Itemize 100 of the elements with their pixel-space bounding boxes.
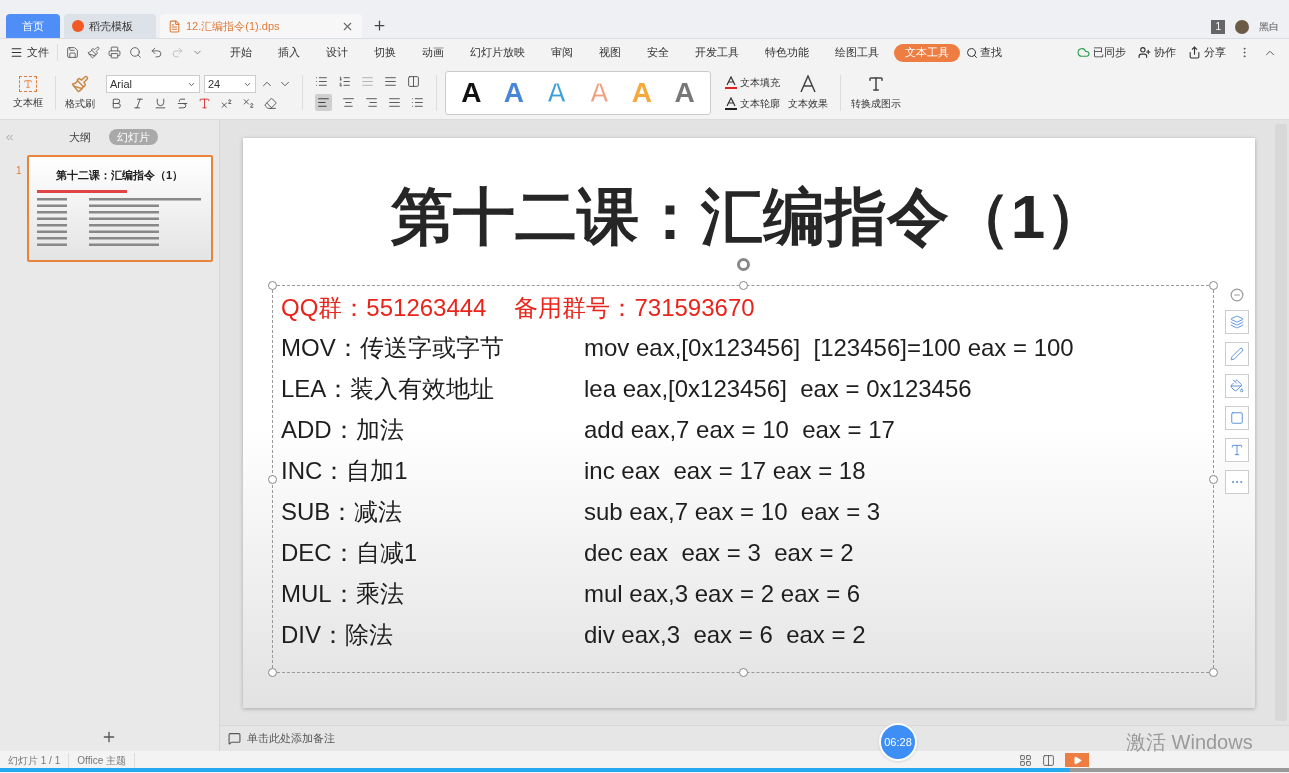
ribbon-tab[interactable]: 开发工具 [684, 43, 750, 62]
search-button[interactable]: 查找 [966, 44, 1002, 61]
ribbon-tab[interactable]: 绘图工具 [824, 43, 890, 62]
video-progress-track[interactable] [0, 768, 1289, 772]
instruction-example: lea eax,[0x123456] eax = 0x123456 [584, 373, 972, 404]
eraser-icon[interactable] [264, 97, 277, 110]
instruction-example: dec eax eax = 3 eax = 2 [584, 537, 854, 568]
outdent-icon[interactable] [384, 74, 397, 88]
slide-thumbnail[interactable]: 第十二课：汇编指令（1） [26, 155, 213, 262]
line-spacing-icon[interactable] [411, 95, 424, 109]
text-icon [867, 74, 885, 93]
convert-text-icon [1230, 443, 1244, 457]
text-style-swatch[interactable]: A [503, 78, 525, 107]
ribbon-tab[interactable]: 开始 [219, 43, 263, 62]
add-user-icon [1138, 46, 1151, 59]
cloud-icon [1077, 46, 1090, 59]
instruction-example: inc eax eax = 17 eax = 18 [584, 455, 866, 486]
fill-bucket-button[interactable] [1225, 374, 1249, 398]
flame-icon [72, 20, 84, 32]
ribbon-tab[interactable]: 安全 [636, 43, 680, 62]
underline-icon[interactable] [154, 97, 167, 110]
resize-handle[interactable] [739, 668, 748, 677]
resize-handle[interactable] [1209, 281, 1218, 290]
search-icon [966, 46, 978, 59]
textbox-button[interactable]: 文本框 [0, 75, 56, 110]
status-text: 幻灯片 1 / 1 [0, 752, 70, 768]
justify-icon[interactable] [388, 95, 401, 109]
menu-icon [10, 46, 23, 59]
font-size-field[interactable]: 24 [204, 75, 256, 93]
slide-number: 1 [16, 164, 22, 178]
text-style-swatch[interactable]: A [461, 78, 482, 107]
resize-handle[interactable] [268, 668, 277, 677]
columns-icon[interactable] [407, 74, 420, 88]
play-button[interactable] [1065, 753, 1089, 767]
view-tab[interactable]: 大纲 [61, 129, 99, 145]
ribbon-tab[interactable]: 视图 [588, 43, 632, 62]
contact-text: 备用群号：731593670 [514, 293, 755, 323]
resize-handle[interactable] [268, 475, 277, 484]
strikethrough-icon[interactable] [176, 97, 189, 110]
text-effect-button[interactable]: 文本效果 [788, 74, 841, 111]
save-icon[interactable] [66, 46, 79, 59]
collapse-icon[interactable] [1230, 288, 1244, 302]
ribbon-tab[interactable]: 插入 [267, 43, 311, 62]
instruction-name: MUL：乘法 [281, 578, 405, 609]
brush-icon[interactable] [87, 46, 100, 59]
instruction-name: ADD：加法 [281, 414, 405, 445]
undo-icon[interactable] [150, 46, 163, 59]
fill-bucket-icon [1230, 379, 1244, 393]
resize-handle[interactable] [1209, 475, 1218, 484]
new-tab-icon[interactable] [372, 18, 387, 33]
text-effect-icon [799, 74, 817, 93]
instruction-name: INC：自加1 [281, 455, 409, 486]
text-outline-button[interactable]: 文本轮廓 [725, 95, 780, 111]
bullet-list-icon[interactable] [315, 74, 328, 88]
notification-count[interactable]: 1 [1211, 19, 1225, 34]
bold-icon[interactable] [110, 97, 123, 110]
ribbon-tab[interactable]: 设计 [315, 43, 359, 62]
border-button[interactable] [1225, 406, 1249, 430]
share-button[interactable]: 分享 [1188, 44, 1226, 61]
numbered-list-icon[interactable] [338, 74, 351, 88]
notes-field[interactable]: 单击此处添加备注 [226, 730, 337, 747]
rotate-handle-icon[interactable] [737, 258, 750, 271]
text-fill-button[interactable]: 文本填充 [725, 74, 780, 90]
layers-button[interactable] [1225, 310, 1249, 334]
ribbon-tab[interactable]: 审阅 [540, 43, 584, 62]
comment-icon [228, 732, 241, 745]
collaborate-button[interactable]: 协作 [1138, 44, 1176, 61]
resize-handle[interactable] [1209, 668, 1218, 677]
print-icon[interactable] [108, 46, 121, 59]
preview-icon[interactable] [129, 46, 142, 59]
sync-button[interactable]: 已同步 [1077, 44, 1126, 61]
superscript-icon[interactable] [220, 97, 233, 110]
font-color-icon[interactable] [198, 97, 211, 110]
convert-to-diagram-button[interactable]: 转换成图示 [851, 74, 901, 111]
document-tab[interactable]: 稻壳模板 [64, 14, 156, 38]
file-menu[interactable]: 文件 [10, 44, 58, 61]
ribbon-tab[interactable]: 切换 [363, 43, 407, 62]
pen-button[interactable] [1225, 342, 1249, 366]
italic-icon[interactable] [132, 97, 145, 110]
font-field[interactable]: Arial [106, 75, 200, 93]
align-right-icon[interactable] [365, 95, 378, 109]
resize-handle[interactable] [739, 281, 748, 290]
ribbon-tab[interactable]: 动画 [411, 43, 455, 62]
align-center-icon[interactable] [342, 95, 355, 109]
slide-title: 第十二课：汇编指令（1） [390, 186, 1108, 248]
contact-text: QQ群：551263444 [281, 293, 487, 323]
pen-icon [1230, 347, 1244, 361]
text-style-swatch[interactable]: A [674, 78, 695, 107]
add-slide-icon[interactable] [101, 729, 117, 745]
subscript-icon[interactable] [242, 97, 255, 110]
avatar[interactable] [1235, 19, 1249, 34]
normal-view-icon[interactable] [1019, 753, 1032, 767]
convert-text-button[interactable] [1225, 438, 1249, 462]
textbox-icon [18, 75, 37, 92]
ribbon-tab[interactable]: 特色功能 [754, 43, 820, 62]
ribbon-tab[interactable]: 幻灯片放映 [459, 43, 536, 62]
resize-handle[interactable] [268, 281, 277, 290]
align-left-button[interactable] [315, 93, 332, 111]
format-painter-button[interactable]: 格式刷 [60, 74, 100, 111]
sorter-view-icon[interactable] [1042, 753, 1055, 767]
